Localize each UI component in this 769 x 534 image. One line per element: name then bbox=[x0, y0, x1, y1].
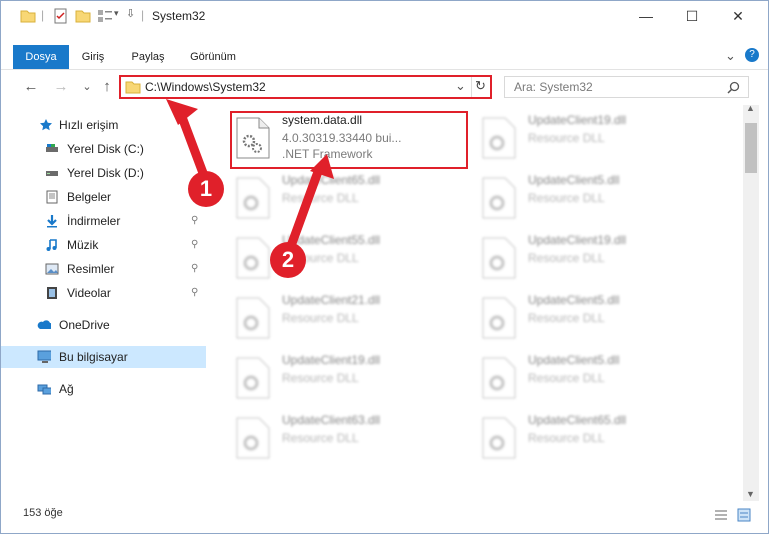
callout-1: 1 bbox=[188, 171, 224, 207]
status-item-count: 153 öğe bbox=[23, 507, 63, 519]
large-icons-view-icon[interactable] bbox=[737, 508, 751, 522]
details-view-icon[interactable] bbox=[714, 509, 728, 521]
explorer-window: | ▾ ⇩ | System32 — ☐ ✕ Dosya Giriş Payla… bbox=[0, 0, 769, 534]
arrow-one-head bbox=[166, 99, 198, 125]
callout-2: 2 bbox=[270, 242, 306, 278]
arrow-two bbox=[286, 164, 324, 251]
annotation-arrows bbox=[166, 99, 334, 251]
